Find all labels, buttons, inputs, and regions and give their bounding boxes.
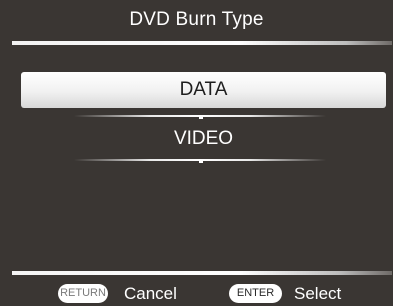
dialog-title: DVD Burn Type bbox=[129, 9, 264, 30]
enter-key-badge[interactable]: ENTER bbox=[229, 284, 282, 303]
select-label: Select bbox=[294, 284, 342, 303]
footer-hints: RETURN Cancel ENTER Select bbox=[0, 283, 393, 305]
bottom-divider bbox=[12, 271, 392, 275]
top-divider bbox=[12, 41, 392, 45]
menu-item-data[interactable]: DATA bbox=[21, 72, 386, 108]
cancel-label: Cancel bbox=[124, 284, 177, 303]
separator-dot bbox=[199, 117, 203, 119]
menu-item-video[interactable]: VIDEO bbox=[21, 121, 386, 157]
return-key-badge[interactable]: RETURN bbox=[58, 284, 108, 303]
separator-dot bbox=[199, 161, 203, 163]
dvd-burn-type-dialog: DVD Burn Type DATA VIDEO RETURN Cancel E… bbox=[0, 0, 393, 306]
